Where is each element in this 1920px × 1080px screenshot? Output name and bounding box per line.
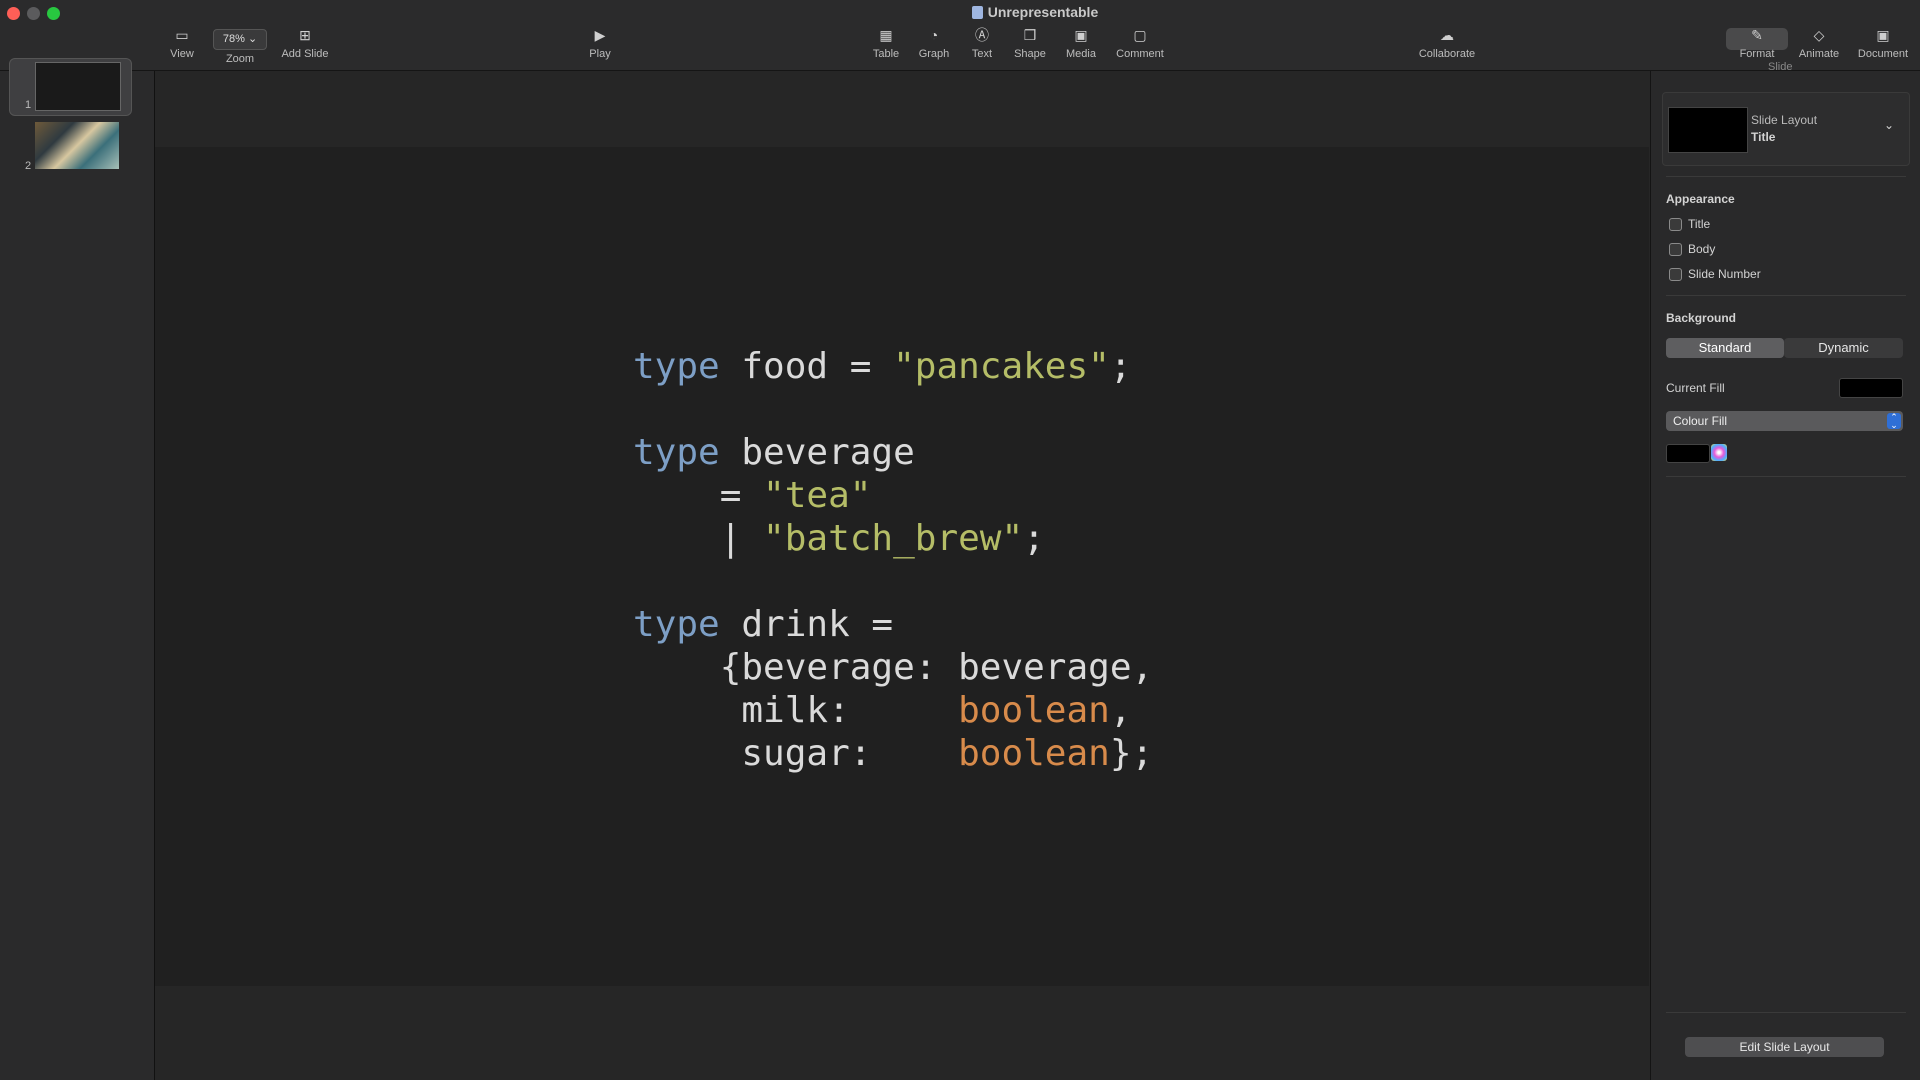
graph-icon: ◔ [929,27,939,43]
code-string: "pancakes" [893,346,1110,387]
fill-type-value: Colour Fill [1673,414,1728,428]
inspector-tab-slide[interactable]: Slide [1768,61,1792,73]
media-button[interactable]: ▣ Media [1062,27,1100,61]
keyword-type: type [633,346,720,387]
format-button[interactable]: ✎ Format [1732,27,1782,61]
chevron-updown-icon: ⌃ ⌄ [1887,413,1901,430]
slide-navigator [0,71,155,1080]
add-slide-button[interactable]: ⊞ Add Slide [276,27,334,61]
code-boolean: boolean [958,690,1110,731]
sidebar-icon: ▭ [175,27,189,43]
table-button[interactable]: ▦ Table [869,27,903,61]
code-text: food = [719,346,894,387]
slide-number-checkbox[interactable] [1669,268,1682,281]
chevron-down-icon[interactable]: ⌄ [1884,118,1894,132]
zoom-control[interactable]: 78% ⌄ Zoom [212,29,268,65]
body-checkbox[interactable] [1669,243,1682,256]
colour-well[interactable] [1666,444,1710,463]
slide-layout-value: Title [1751,130,1776,144]
toolbar: Unrepresentable ▭ View 78% ⌄ Zoom ⊞ Add Sli… [0,0,1920,71]
slide-number-checkbox-label: Slide Number [1688,267,1761,281]
keyword-type: type [633,604,720,645]
title-checkbox[interactable] [1669,218,1682,231]
code-text: drink = [719,604,894,645]
divider [1666,295,1906,296]
code-text: milk: [633,690,959,731]
slide-thumbnail-1[interactable] [35,62,121,111]
code-text: sugar: [633,733,959,774]
background-heading: Background [1666,311,1737,325]
shape-icon: ❒ [1023,27,1037,43]
table-icon: ▦ [879,27,893,43]
code-text: {beverage: beverage, [633,647,1154,688]
code-text: = [633,475,764,516]
divider [1666,476,1906,477]
document-icon [971,6,983,19]
comment-icon: ▢ [1133,27,1147,43]
slide-thumbnail-2[interactable] [35,122,119,169]
slide-layout-thumbnail [1668,107,1748,153]
play-button[interactable]: ▶ Play [585,27,615,61]
code-text: beverage [719,432,915,473]
text-icon: Ⓐ [975,27,989,43]
code-text: }; [1109,733,1154,774]
slide-number-2: 2 [25,160,32,172]
divider [1666,176,1906,177]
collaborate-button[interactable]: ☁ Collaborate [1412,27,1482,61]
code-boolean: boolean [958,733,1110,774]
comment-button[interactable]: ▢ Comment [1112,27,1168,61]
view-button[interactable]: ▭ View [167,27,197,61]
document-panel-icon: ▣ [1876,27,1890,43]
code-text: , [1109,690,1132,731]
animate-button[interactable]: ◇ Animate [1795,27,1843,61]
slide-number-1: 1 [25,99,32,111]
current-fill-swatch[interactable] [1839,378,1903,398]
media-icon: ▣ [1074,27,1088,43]
shape-button[interactable]: ❒ Shape [1011,27,1049,61]
code-string: "tea" [763,475,872,516]
graph-button[interactable]: ◔ Graph [915,27,953,61]
keyword-type: type [633,432,720,473]
code-text: ; [1023,518,1045,559]
divider [1666,1012,1906,1013]
edit-slide-layout-button[interactable]: Edit Slide Layout [1685,1037,1884,1057]
paintbrush-icon: ✎ [1751,27,1763,43]
play-icon: ▶ [594,27,606,43]
window-title: Unrepresentable [0,4,1920,20]
chevron-down-icon: ⌄ [247,33,258,45]
animate-icon: ◇ [1813,27,1825,43]
code-text: | [633,518,764,559]
colour-picker-icon[interactable] [1711,444,1727,461]
add-slide-icon: ⊞ [299,27,311,43]
current-fill-label: Current Fill [1666,381,1725,395]
dynamic-segment[interactable]: Dynamic [1784,338,1903,358]
slide-layout-label: Slide Layout [1751,113,1818,127]
text-button[interactable]: Ⓐ Text [966,27,998,61]
appearance-heading: Appearance [1666,192,1735,206]
title-checkbox-label: Title [1688,217,1711,231]
code-text: ; [1109,346,1132,387]
fill-type-select[interactable]: Colour Fill ⌃ ⌄ [1666,411,1903,431]
standard-segment[interactable]: Standard [1666,338,1784,358]
code-text-box[interactable]: type food = "pancakes"; type beverage = … [633,345,1153,775]
code-string: "batch_brew" [763,518,1024,559]
zoom-select[interactable]: 78% ⌄ [213,29,267,50]
document-button[interactable]: ▣ Document [1853,27,1913,61]
body-checkbox-label: Body [1688,242,1716,256]
collaborate-icon: ☁ [1440,27,1454,43]
